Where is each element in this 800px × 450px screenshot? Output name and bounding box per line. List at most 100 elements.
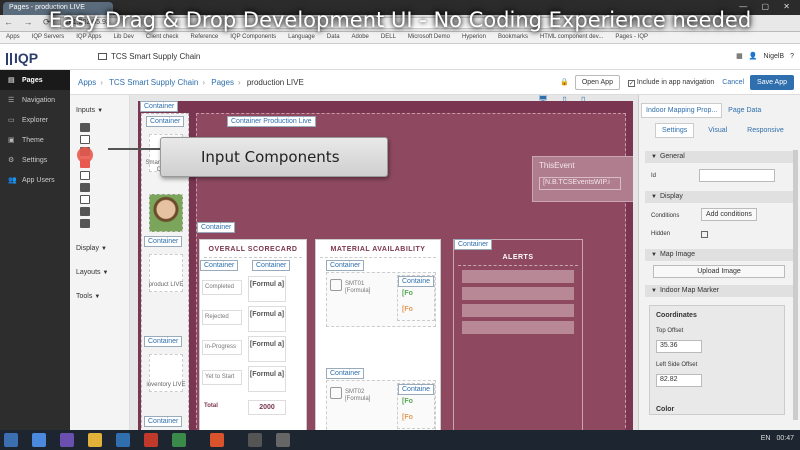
material-item[interactable]: SMT02 [Formula] Containe [Fo [Fo	[326, 380, 436, 431]
word-icon[interactable]	[116, 433, 130, 447]
nav-item-settings[interactable]: ⚙ Settings	[0, 150, 70, 170]
general-section[interactable]: ▼ General	[645, 151, 795, 163]
id-input[interactable]	[699, 169, 775, 182]
lock-icon[interactable]: 🔒	[560, 79, 569, 86]
bookmark-item[interactable]: IQP Servers	[32, 34, 65, 40]
bookmark-item[interactable]: Hyperion	[462, 34, 486, 40]
ie-icon[interactable]	[32, 433, 46, 447]
this-event-value[interactable]: [N.B.TCSEventsWIP.i	[539, 177, 621, 190]
chrome-icon[interactable]	[210, 433, 224, 447]
material-side-container[interactable]: Containe [Fo [Fo	[397, 383, 435, 429]
table-component-icon[interactable]	[80, 219, 90, 228]
alert-row[interactable]	[462, 270, 574, 283]
bookmark-item[interactable]: Apps	[6, 34, 20, 40]
container-label[interactable]: Containe	[398, 384, 435, 395]
formula-field[interactable]: [Formul a]	[248, 276, 286, 302]
bookmark-item[interactable]: Pages - IQP	[615, 34, 648, 40]
tools-section-header[interactable]: Tools ▼	[76, 293, 100, 300]
folder-icon[interactable]	[88, 433, 102, 447]
alert-row[interactable]	[462, 287, 574, 300]
bookmark-item[interactable]: Client check	[146, 34, 179, 40]
dropdown-component-icon[interactable]	[80, 171, 90, 180]
alert-row[interactable]	[462, 304, 574, 317]
container-label[interactable]: Container	[197, 222, 236, 233]
add-conditions-button[interactable]: Add conditions	[701, 208, 757, 221]
bookmark-item[interactable]: Language	[288, 34, 315, 40]
formula-field[interactable]: [Formul a]	[248, 366, 286, 392]
bookmark-item[interactable]: Reference	[191, 34, 219, 40]
app-icon[interactable]	[276, 433, 290, 447]
bookmark-item[interactable]: Adobe	[352, 34, 369, 40]
this-event-field[interactable]: ThisEvent [N.B.TCSEventsWIP.i	[532, 156, 633, 202]
nav-item-theme[interactable]: ▣ Theme	[0, 130, 70, 150]
breadcrumb-pages[interactable]: Pages	[211, 78, 234, 87]
radio-component-icon[interactable]	[80, 135, 90, 144]
container-label[interactable]: Container	[454, 239, 493, 250]
properties-scrollbar[interactable]	[793, 150, 798, 420]
subtab-visual[interactable]: Visual	[702, 124, 733, 137]
powerpoint-icon[interactable]	[144, 433, 158, 447]
bookmark-item[interactable]: IQP Components	[230, 34, 276, 40]
display-section[interactable]: ▼ Display	[645, 191, 795, 203]
alert-row[interactable]	[462, 321, 574, 334]
material-availability-card[interactable]: MATERIAL AVAILABILITY Container SMT01 [Fo…	[315, 239, 441, 431]
upload-component-icon[interactable]	[80, 195, 90, 204]
material-side-container[interactable]: Containe [Fo [Fo	[397, 275, 435, 321]
slider-component-icon[interactable]	[80, 183, 90, 192]
top-offset-input[interactable]: 35.36	[656, 340, 702, 353]
nav-item-navigation[interactable]: ☰ Navigation	[0, 90, 70, 110]
bookmark-item[interactable]: Microsoft Demo	[408, 34, 450, 40]
container-label[interactable]: Container	[200, 260, 239, 271]
hidden-checkbox[interactable]	[701, 231, 708, 238]
save-app-button[interactable]: Save App	[750, 75, 794, 90]
inputs-section-header[interactable]: Inputs ▼	[76, 107, 103, 114]
container-label[interactable]: Container	[144, 416, 183, 427]
excel-icon[interactable]	[172, 433, 186, 447]
layouts-section-header[interactable]: Layouts ▼	[76, 269, 108, 276]
bookmark-item[interactable]: Lib Dev	[114, 34, 134, 40]
tab-indoor-mapping[interactable]: Indoor Mapping Prop...	[641, 103, 723, 118]
container-label[interactable]: Container Production Live	[227, 116, 316, 127]
checkbox-component-icon[interactable]	[80, 123, 90, 132]
bookmark-item[interactable]: DELL	[381, 34, 396, 40]
container-label[interactable]: Container	[146, 116, 185, 127]
open-app-button[interactable]: Open App	[574, 75, 620, 90]
subtab-settings[interactable]: Settings	[655, 123, 695, 138]
container-label[interactable]: Container	[326, 260, 365, 271]
nav-item-pages[interactable]: ▤ Pages	[0, 70, 70, 90]
left-offset-input[interactable]: 82.82	[656, 374, 702, 387]
app-icon[interactable]	[248, 433, 262, 447]
breadcrumb-apps[interactable]: Apps	[78, 78, 96, 87]
subtab-responsive[interactable]: Responsive	[741, 124, 790, 137]
tab-page-data[interactable]: Page Data	[724, 104, 765, 117]
container-label[interactable]: Container	[144, 336, 183, 347]
material-item[interactable]: SMT01 [Formula] Containe [Fo [Fo	[326, 272, 436, 327]
container-label[interactable]: Container	[144, 236, 183, 247]
container-label[interactable]: Containe	[398, 276, 435, 287]
include-nav-checkbox[interactable]: ✓	[627, 80, 635, 87]
alerts-card[interactable]: Container ALERTS	[453, 239, 583, 431]
container-label[interactable]: Container	[140, 101, 179, 112]
breadcrumb-app[interactable]: TCS Smart Supply Chain	[109, 78, 198, 87]
scorecard-card[interactable]: OVERALL SCORECARD Container Container Co…	[199, 239, 307, 431]
upload-image-button[interactable]: Upload Image	[653, 265, 785, 278]
indoor-map-marker-section[interactable]: ▼ Indoor Map Marker	[645, 285, 795, 297]
nav-item-explorer[interactable]: ▭ Explorer	[0, 110, 70, 130]
nav-item-app-users[interactable]: 👥 App Users	[0, 170, 70, 190]
cancel-link[interactable]: Cancel	[722, 79, 744, 86]
bookmark-item[interactable]: HTML component dev...	[540, 34, 603, 40]
display-section-header[interactable]: Display ▼	[76, 245, 107, 252]
user-menu[interactable]: ▦ 👤 NigelB?	[730, 52, 794, 60]
vs-icon[interactable]	[60, 433, 74, 447]
camera-component-icon[interactable]	[80, 207, 90, 216]
map-image-section[interactable]: ▼ Map Image	[645, 249, 795, 261]
bookmark-item[interactable]: Data	[327, 34, 340, 40]
formula-field[interactable]: [Formul a]	[248, 336, 286, 362]
container-label[interactable]: Container	[326, 368, 365, 379]
bookmark-item[interactable]: IQP Apps	[76, 34, 101, 40]
start-icon[interactable]	[4, 433, 18, 447]
app-name[interactable]: TCS Smart Supply Chain	[98, 52, 200, 61]
formula-field[interactable]: [Formul a]	[248, 306, 286, 332]
bookmark-item[interactable]: Bookmarks	[498, 34, 528, 40]
container-label[interactable]: Container	[252, 260, 291, 271]
